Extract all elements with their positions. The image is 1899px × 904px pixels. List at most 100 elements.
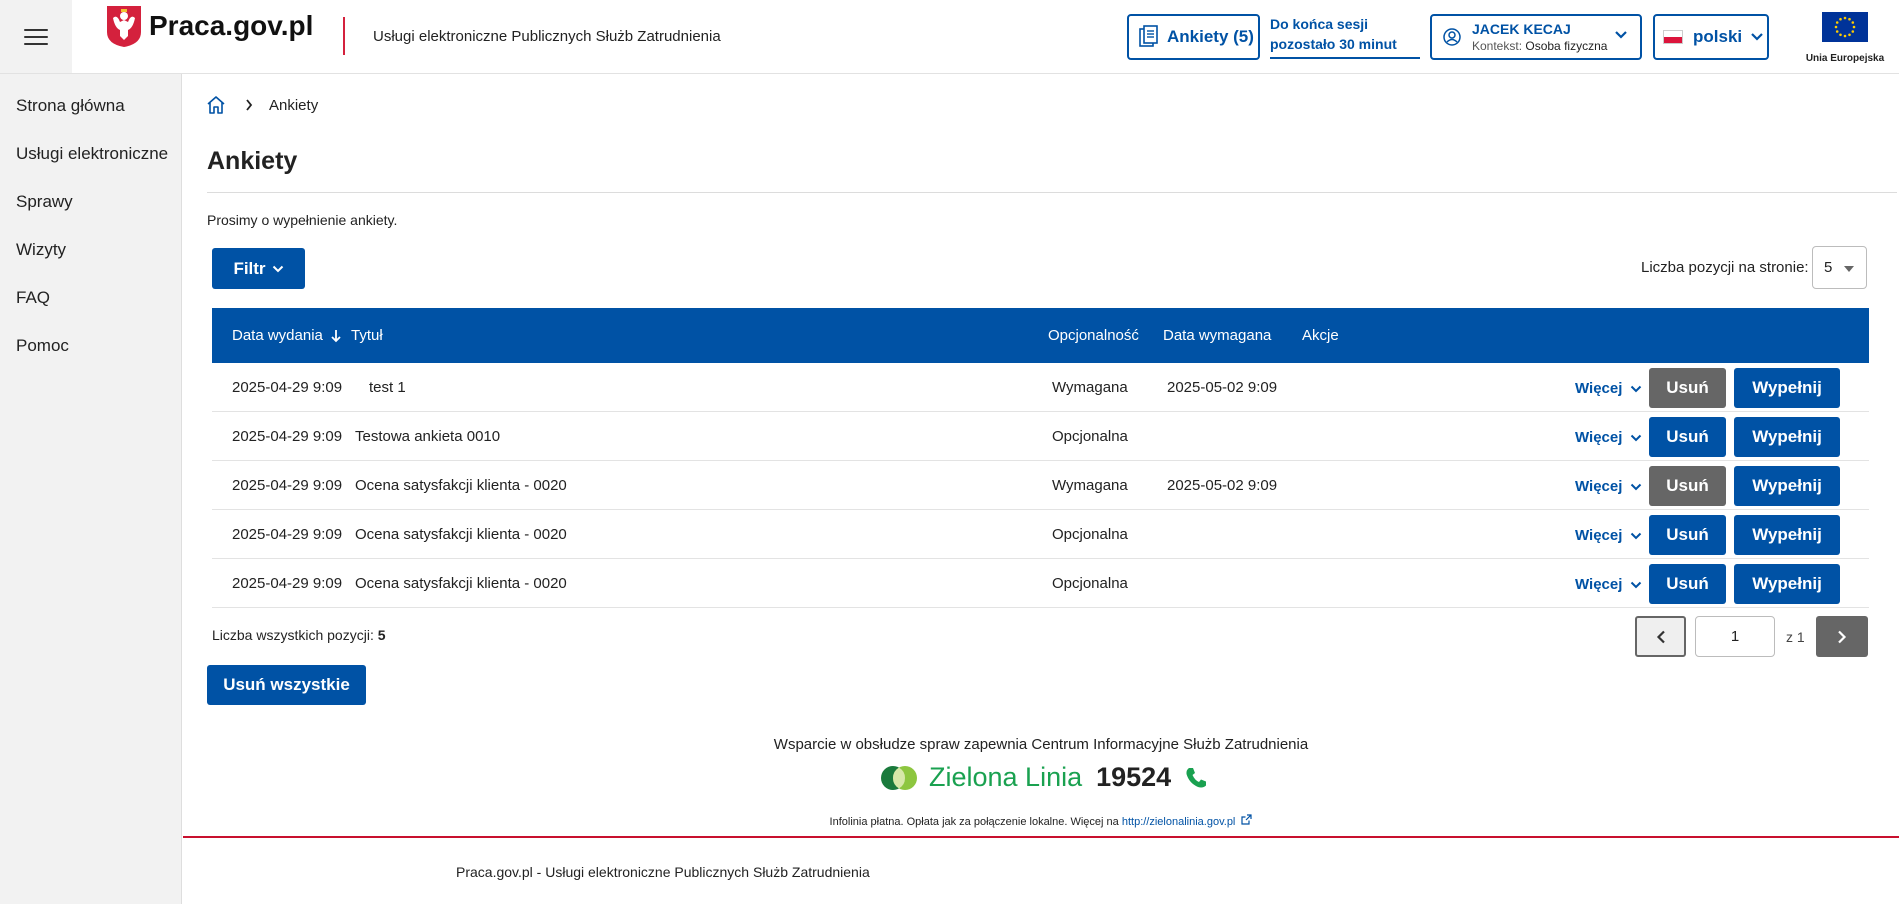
polish-flag-icon (1663, 30, 1683, 44)
caret-down-icon (1844, 266, 1854, 272)
sidebar-item-cases[interactable]: Sprawy (0, 178, 181, 226)
table-body: 2025-04-29 9:09 test 1 Wymagana 2025-05-02 … (212, 363, 1869, 608)
filter-button[interactable]: Filtr (212, 248, 305, 289)
surveys-button-label: Ankiety (5) (1167, 27, 1254, 46)
previous-page-button[interactable] (1635, 616, 1686, 657)
menu-toggle-button[interactable] (0, 0, 72, 73)
more-actions-button[interactable]: Więcej (1575, 478, 1642, 495)
cell-title: Ocena satysfakcji klienta - 0020 (355, 526, 567, 543)
fill-survey-button[interactable]: Wypełnij (1734, 417, 1840, 457)
chevron-right-icon (246, 99, 253, 111)
language-select[interactable]: polski (1653, 14, 1769, 60)
more-label: Więcej (1575, 576, 1623, 593)
more-label: Więcej (1575, 527, 1623, 544)
page-size-select[interactable]: 5 (1812, 246, 1867, 289)
delete-survey-button[interactable]: Usuń (1649, 564, 1726, 604)
column-header-date-label: Data wydania (232, 327, 323, 344)
more-actions-button[interactable]: Więcej (1575, 527, 1642, 544)
cell-due-date: 2025-05-02 9:09 (1167, 379, 1278, 396)
column-header-date[interactable]: Data wydania (232, 327, 342, 344)
delete-survey-button[interactable]: Usuń (1649, 368, 1726, 408)
title-divider (207, 192, 1897, 193)
page-size-label: Liczba pozycji na stronie: (1641, 259, 1809, 276)
logo-text: Praca.gov.pl (149, 10, 314, 41)
chevron-down-icon (1615, 31, 1627, 39)
page-number-input[interactable]: 1 (1695, 616, 1775, 657)
eu-logo: Unia Europejska (1800, 12, 1890, 64)
next-page-button[interactable] (1816, 616, 1868, 657)
sidebar-item-faq[interactable]: FAQ (0, 274, 181, 322)
chevron-down-icon (1631, 385, 1642, 392)
chevron-left-icon (1656, 630, 1665, 643)
chevron-down-icon (1751, 33, 1763, 41)
delete-all-button[interactable]: Usuń wszystkie (207, 665, 366, 705)
cell-date: 2025-04-29 9:09 (232, 477, 343, 494)
more-actions-button[interactable]: Więcej (1575, 429, 1642, 446)
footer-divider (183, 836, 1899, 838)
cell-optional: Opcjonalna (1052, 428, 1128, 445)
more-actions-button[interactable]: Więcej (1575, 380, 1642, 397)
context-label: Kontekst: (1472, 38, 1523, 53)
sidebar-nav: Strona główna Usługi elektroniczne Spraw… (0, 74, 182, 904)
page-size-value: 5 (1824, 259, 1833, 276)
breadcrumb: Ankiety (205, 94, 318, 116)
delete-survey-button[interactable]: Usuń (1649, 515, 1726, 555)
fill-survey-button[interactable]: Wypełnij (1734, 515, 1840, 555)
chevron-down-icon (1631, 434, 1642, 441)
column-header-due: Data wymagana (1163, 327, 1272, 344)
eu-flag-icon (1822, 12, 1868, 42)
documents-icon (1139, 25, 1158, 47)
chevron-down-icon (1631, 532, 1642, 539)
footer-text: Praca.gov.pl - Usługi elektroniczne Publ… (456, 864, 870, 880)
green-line-banner: Zielona Linia 19524 (880, 762, 1209, 793)
cell-date: 2025-04-29 9:09 (232, 379, 343, 396)
more-actions-button[interactable]: Więcej (1575, 576, 1642, 593)
phone-icon (1186, 767, 1207, 787)
user-menu-button[interactable]: JACEK KECAJ Kontekst: Osoba fizyczna (1430, 14, 1642, 60)
fill-survey-button[interactable]: Wypełnij (1734, 564, 1840, 604)
hamburger-icon (24, 28, 48, 45)
surveys-table: Data wydania Tytuł Opcjonalność Data wym… (212, 308, 1869, 608)
green-line-link[interactable]: http://zielonalinia.gov.pl (1122, 816, 1236, 828)
user-icon (1443, 28, 1461, 46)
fill-survey-button[interactable]: Wypełnij (1734, 368, 1840, 408)
user-context: Kontekst: Osoba fizyczna (1472, 38, 1607, 54)
intro-text: Prosimy o wypełnienie ankiety. (207, 212, 398, 228)
cell-date: 2025-04-29 9:09 (232, 575, 343, 592)
page-title: Ankiety (207, 147, 298, 175)
language-label: polski (1693, 27, 1743, 46)
breadcrumb-current: Ankiety (269, 96, 319, 114)
cell-date: 2025-04-29 9:09 (232, 428, 343, 445)
surveys-button[interactable]: Ankiety (5) (1127, 14, 1260, 60)
sidebar-item-visits[interactable]: Wizyty (0, 226, 181, 274)
logo-divider (343, 17, 345, 55)
more-label: Więcej (1575, 380, 1623, 397)
home-icon[interactable] (205, 94, 227, 116)
cell-optional: Wymagana (1052, 477, 1128, 494)
site-logo[interactable]: Praca.gov.pl (105, 4, 313, 48)
user-name: JACEK KECAJ (1472, 20, 1571, 37)
context-value: Osoba fizyczna (1525, 38, 1608, 53)
service-name: Usługi elektroniczne Publicznych Służb Z… (373, 28, 721, 45)
table-row: 2025-04-29 9:09 Ocena satysfakcji klienta… (212, 559, 1869, 608)
total-label: Liczba wszystkich pozycji: (212, 627, 374, 643)
sidebar-item-eservices[interactable]: Usługi elektroniczne (0, 130, 181, 178)
delete-survey-button[interactable]: Usuń (1649, 417, 1726, 457)
filter-button-label: Filtr (233, 258, 266, 278)
support-text: Wsparcie w obsłudze spraw zapewnia Centr… (773, 736, 1309, 753)
table-row: 2025-04-29 9:09 Ocena satysfakcji klienta… (212, 461, 1869, 510)
sidebar-item-home[interactable]: Strona główna (0, 82, 181, 130)
sidebar-item-help[interactable]: Pomoc (0, 322, 181, 370)
table-row: 2025-04-29 9:09 Testowa ankieta 0010 Opcjo… (212, 412, 1869, 461)
table-row: 2025-04-29 9:09 test 1 Wymagana 2025-05-02 … (212, 363, 1869, 412)
total-count: Liczba wszystkich pozycji: 5 (212, 627, 386, 643)
session-timer[interactable]: Do końca sesji pozostało 30 minut (1270, 13, 1420, 59)
infoline-label: Infolinia płatna. Opłata jak za połączen… (829, 816, 1119, 828)
cell-title: Ocena satysfakcji klienta - 0020 (355, 575, 567, 592)
chevron-down-icon (272, 265, 283, 272)
chevron-down-icon (1631, 581, 1642, 588)
green-line-name: Zielona Linia (929, 762, 1083, 792)
cell-optional: Opcjonalna (1052, 575, 1128, 592)
fill-survey-button[interactable]: Wypełnij (1734, 466, 1840, 506)
delete-survey-button[interactable]: Usuń (1649, 466, 1726, 506)
